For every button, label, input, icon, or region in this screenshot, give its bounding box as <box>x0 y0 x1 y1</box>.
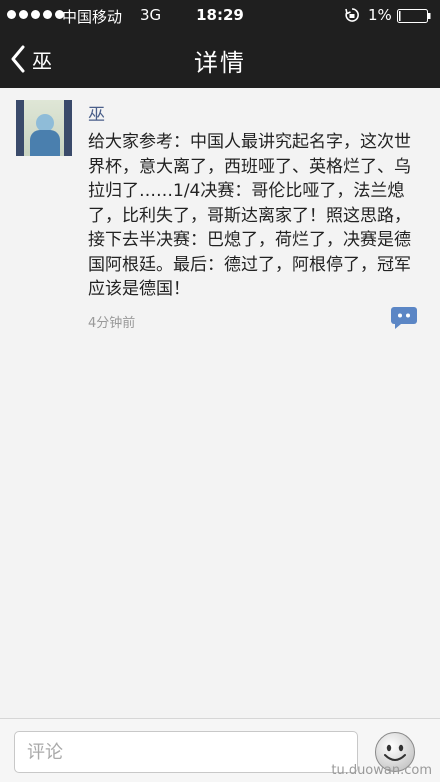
comment-bar: tu.duowan.com <box>0 718 440 782</box>
page-title: 详情 <box>194 49 246 77</box>
post-username[interactable]: 巫 <box>88 100 105 125</box>
battery-percent: 1% <box>368 6 392 24</box>
avatar[interactable] <box>16 100 72 156</box>
watermark: tu.duowan.com <box>331 763 432 778</box>
navigation-bar: 巫 详情 <box>0 30 440 88</box>
rotation-lock-icon <box>345 8 359 22</box>
post-content: 给大家参考：中国人最讲究起名字，这次世界杯，意大离了，西班哑了、英格烂了、乌拉归… <box>88 132 411 299</box>
status-bar: 中国移动 3G 18:29 1% <box>0 0 440 30</box>
post-time: 4分钟前 <box>88 316 136 331</box>
battery-icon <box>397 9 431 23</box>
comment-bubble-icon[interactable] <box>391 307 417 329</box>
